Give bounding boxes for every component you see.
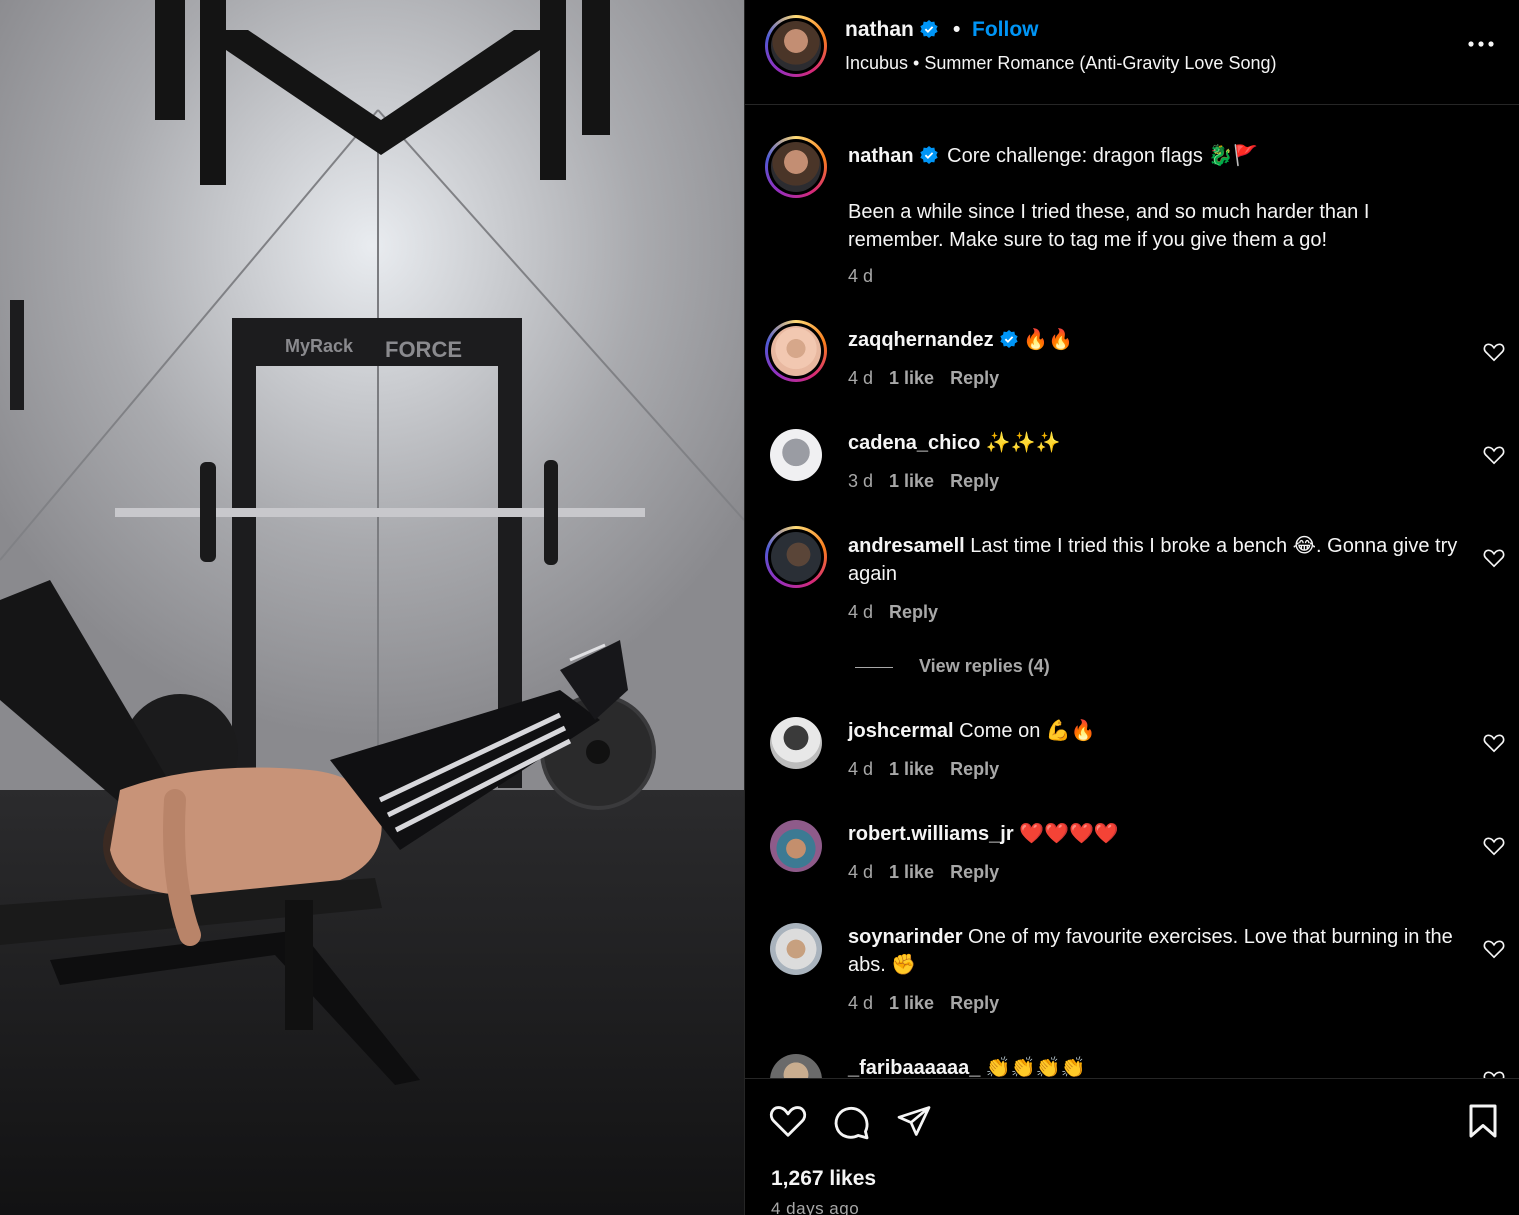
heart-icon[interactable] xyxy=(1483,939,1505,959)
comment-meta: 4 d 1 like Reply xyxy=(848,862,1015,883)
audio-track[interactable]: Incubus • Summer Romance (Anti-Gravity L… xyxy=(845,53,1276,74)
heart-icon[interactable] xyxy=(1483,1070,1505,1078)
share-icon[interactable] xyxy=(895,1103,933,1139)
comment-text-line: cadena_chico ✨✨✨ xyxy=(848,429,1458,457)
commenter-avatar[interactable] xyxy=(770,717,822,769)
reply-button[interactable]: Reply xyxy=(950,759,999,779)
commenter-avatar[interactable] xyxy=(770,429,822,481)
comment-meta: 4 d 1 like Reply xyxy=(848,368,1015,389)
comment-icon[interactable] xyxy=(833,1103,871,1141)
comment-meta: 4 d 1 like Reply xyxy=(848,993,1015,1014)
reply-button[interactable]: Reply xyxy=(950,993,999,1013)
comment-text-line: zaqqhernandez 🔥🔥 xyxy=(848,326,1458,354)
comment-likes[interactable]: 1 like xyxy=(889,862,934,882)
comment-username[interactable]: andresamell xyxy=(848,535,965,557)
comment-meta: 4 d Reply xyxy=(848,602,954,623)
verified-badge-icon xyxy=(999,330,1018,348)
comment-username[interactable]: joshcermal xyxy=(848,720,954,742)
comment-text-line: _faribaaaaaa_ 👏👏👏👏 xyxy=(848,1054,1458,1078)
comment-text: 👏👏👏👏 xyxy=(980,1057,1086,1078)
post-header: nathan • Follow Incubus • Summer Romance… xyxy=(745,0,1519,105)
heart-icon[interactable] xyxy=(1483,445,1505,465)
comment-likes[interactable]: 1 like xyxy=(889,471,934,491)
heart-icon[interactable] xyxy=(769,1103,807,1139)
likes-count[interactable]: 1,267 likes xyxy=(771,1167,876,1191)
reply-button[interactable]: Reply xyxy=(889,602,938,622)
verified-badge-icon xyxy=(920,20,938,38)
post-photo[interactable]: MyRack FORCE xyxy=(0,0,744,1215)
caption-title-line: nathan Core challenge: dragon flags 🐉🚩 xyxy=(848,142,1458,170)
caption-author-avatar[interactable] xyxy=(765,136,827,198)
rack-logo-text: MyRack xyxy=(285,336,354,356)
comment-username[interactable]: cadena_chico xyxy=(848,432,980,454)
caption-timestamp: 4 d xyxy=(848,266,874,286)
caption-time: 4 d xyxy=(848,266,889,287)
reply-button[interactable]: Reply xyxy=(950,368,999,388)
comment-time: 4 d xyxy=(848,368,874,388)
comment-time: 4 d xyxy=(848,602,874,622)
view-replies-button[interactable]: View replies (4) xyxy=(855,656,1050,677)
commenter-avatar[interactable] xyxy=(770,820,822,872)
comment-time: 4 d xyxy=(848,759,874,779)
follow-button[interactable]: Follow xyxy=(972,18,1039,42)
comment-text: Come on 💪🔥 xyxy=(953,720,1096,742)
bookmark-icon[interactable] xyxy=(1467,1103,1499,1139)
heart-icon[interactable] xyxy=(1483,836,1505,856)
post-details-panel: nathan • Follow Incubus • Summer Romance… xyxy=(744,0,1519,1215)
heart-icon[interactable] xyxy=(1483,548,1505,568)
rack-brand-text: FORCE xyxy=(385,337,462,362)
comment-username[interactable]: soynarinder xyxy=(848,926,962,948)
comment-text-line: robert.williams_jr ❤️❤️❤️❤️ xyxy=(848,820,1458,848)
comment-text-line: andresamell Last time I tried this I bro… xyxy=(848,532,1458,588)
comment-time: 4 d xyxy=(848,993,874,1013)
commenter-avatar[interactable] xyxy=(770,1054,822,1078)
comment-username[interactable]: zaqqhernandez xyxy=(848,329,994,351)
reply-button[interactable]: Reply xyxy=(950,862,999,882)
separator-dot: • xyxy=(953,18,961,41)
author-username[interactable]: nathan xyxy=(845,18,938,42)
post-actions: 1,267 likes 4 days ago xyxy=(745,1078,1519,1215)
comment-text: ❤️❤️❤️❤️ xyxy=(1013,823,1119,845)
comment-text: 🔥🔥 xyxy=(1017,329,1073,351)
comment-username[interactable]: _faribaaaaaa_ xyxy=(848,1057,980,1078)
heart-icon[interactable] xyxy=(1483,733,1505,753)
verified-badge-icon xyxy=(919,146,938,164)
view-replies-label[interactable]: View replies (4) xyxy=(919,656,1050,676)
comment-likes[interactable]: 1 like xyxy=(889,759,934,779)
comment-meta: 3 d 1 like Reply xyxy=(848,471,1015,492)
more-options-icon[interactable] xyxy=(1467,34,1497,54)
comment-time: 3 d xyxy=(848,471,874,491)
comment-username[interactable]: robert.williams_jr xyxy=(848,823,1014,845)
caption-body: Been a while since I tried these, and so… xyxy=(848,201,1370,251)
comment-likes[interactable]: 1 like xyxy=(889,368,934,388)
comments-list[interactable]: nathan Core challenge: dragon flags 🐉🚩 B… xyxy=(745,106,1519,1078)
post-date: 4 days ago xyxy=(771,1199,860,1215)
commenter-avatar[interactable] xyxy=(765,526,827,588)
comment-text: ✨✨✨ xyxy=(980,432,1061,454)
gym-scene-illustration: MyRack FORCE xyxy=(0,0,744,1215)
commenter-avatar[interactable] xyxy=(765,320,827,382)
comment-text-line: joshcermal Come on 💪🔥 xyxy=(848,717,1458,745)
author-avatar[interactable] xyxy=(765,15,827,77)
comment-text-line: soynarinder One of my favourite exercise… xyxy=(848,923,1458,979)
heart-icon[interactable] xyxy=(1483,342,1505,362)
comment-time: 4 d xyxy=(848,862,874,882)
comment-meta: 4 d 1 like Reply xyxy=(848,759,1015,780)
view-replies-line xyxy=(855,666,893,668)
commenter-avatar[interactable] xyxy=(770,923,822,975)
comment-likes[interactable]: 1 like xyxy=(889,993,934,1013)
reply-button[interactable]: Reply xyxy=(950,471,999,491)
caption-title: Core challenge: dragon flags 🐉🚩 xyxy=(947,145,1259,167)
caption-username[interactable]: nathan xyxy=(848,145,914,167)
author-name[interactable]: nathan xyxy=(845,18,914,41)
